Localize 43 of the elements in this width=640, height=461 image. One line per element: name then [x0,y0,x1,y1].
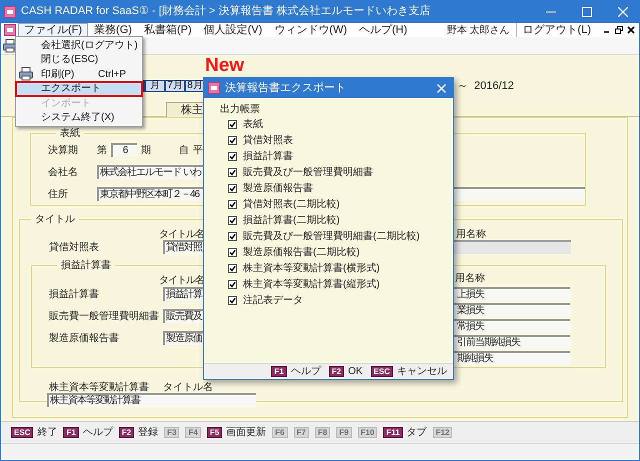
group-legend: タイトル [31,212,79,227]
field-label: 住所 [48,188,69,202]
checkbox-label: 販売費及び一般管理費明細書(二期比較) [243,230,420,244]
shortcut-label: Ctrl+P [98,68,126,82]
field-label: 用名称 [456,228,486,239]
field-label: 自 [179,144,189,158]
key-badge: F2 [118,427,134,438]
field-label: 第 [97,144,107,158]
field-label: 平 [193,144,203,158]
checkbox-label: 製造原価報告書 [243,182,313,196]
field-label: 貸借対照表 [49,240,100,254]
field-label: 販売費一般管理費明細書 [49,310,160,324]
group-label: 出力帳票 [220,102,261,116]
checkbox-label: 損益計算書 [243,150,293,164]
key-badge: F1 [271,366,287,377]
checkbox-label: 貸借対照表(二期比較) [243,198,340,212]
key-badge: F1 [63,427,79,438]
field-label: 損益計算書 [49,288,100,302]
field-label: 製造原価報告書 [49,332,120,346]
checkbox-label: 損益計算書(二期比較) [243,214,340,228]
checkbox-label: 株主資本等変動計算書(縦形式) [243,278,380,292]
field-label: 決算期 [48,144,79,158]
key-badge: F11 [383,427,403,438]
key-badge: F2 [328,366,344,377]
field-label: タイトル名 [163,381,213,392]
new-annotation: New [205,56,244,76]
checkbox-label: 注記表データ [243,294,303,308]
checkbox-label: 貸借対照表 [243,134,293,148]
checkbox-label: 株主資本等変動計算書(横形式) [243,262,380,276]
checkbox-label: 表紙 [243,118,263,132]
field-label: 期 [141,144,151,158]
key-badge: F5 [206,427,222,438]
dialog-title: 決算報告書エクスポート [225,80,346,96]
key-badge: ESC [370,366,393,377]
field-label: 株主資本等変動計算書 [49,380,150,392]
period-range: ～ 2016/12 [457,78,514,94]
window-title: CASH RADAR for SaaS① - [財務会計 > 決算報告書 株式会社エルモードいわき支店 [21,4,430,20]
field-label: 会社名 [48,166,79,180]
checkbox-label: 製造原価報告書(二期比較) [243,246,360,260]
key-badge: ESC [11,427,34,438]
group-legend: 損益計算書 [57,258,115,273]
field-label: 用名称 [455,273,486,285]
group-legend: 表紙 [56,126,84,141]
